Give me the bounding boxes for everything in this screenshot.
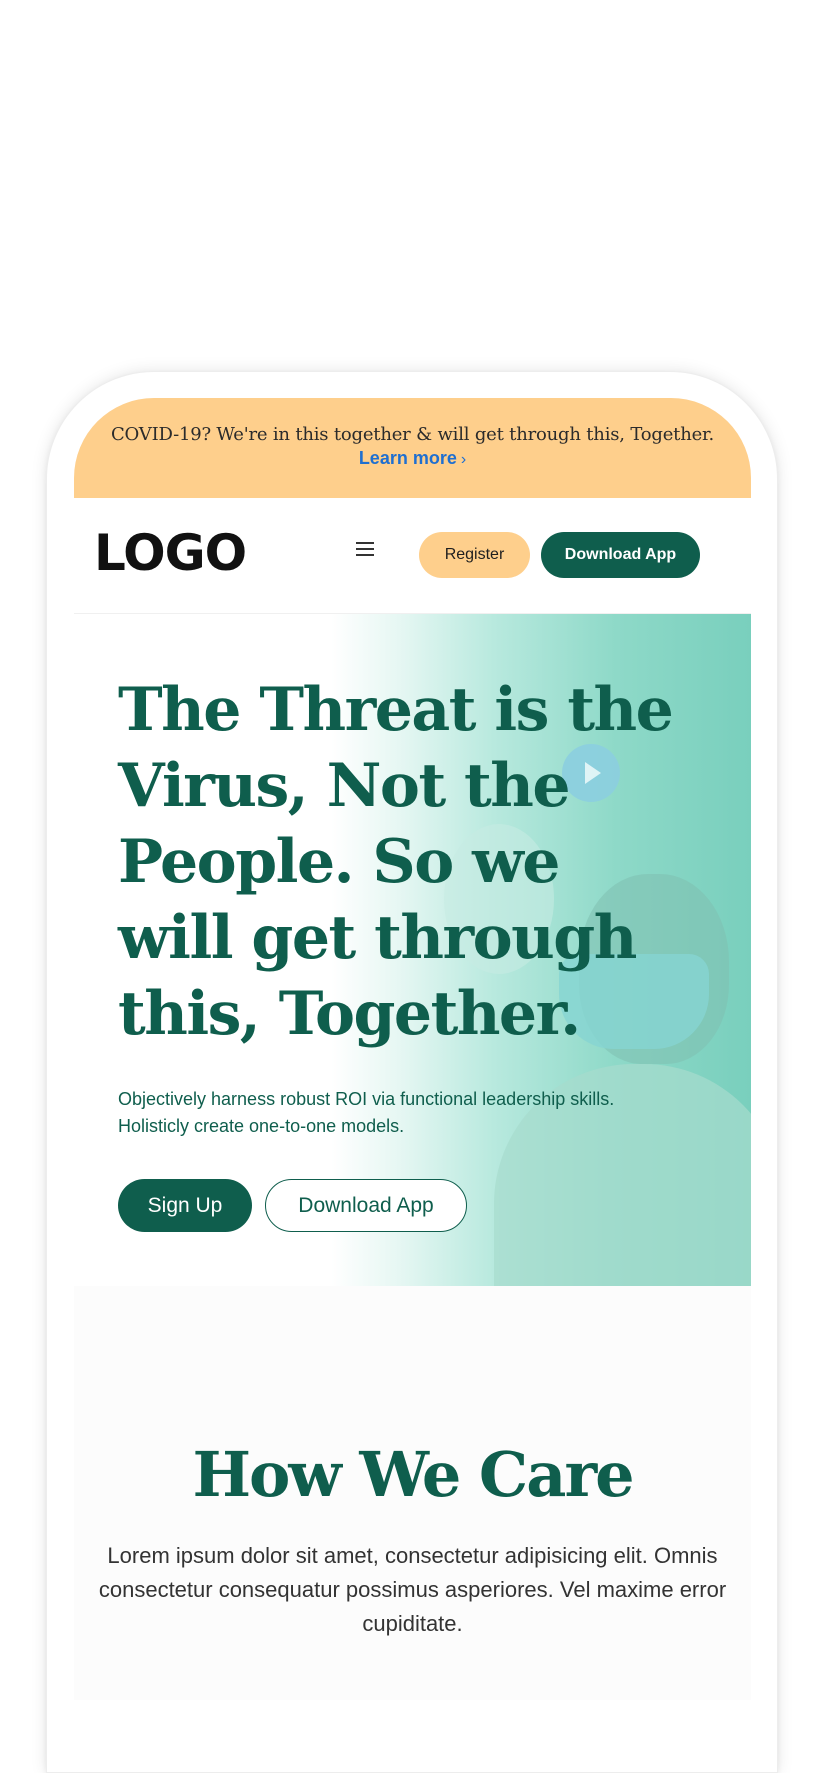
how-we-care-text: Lorem ipsum dolor sit amet, consectetur … bbox=[98, 1543, 727, 1636]
hero-title: The Threat is the Virus, Not the People.… bbox=[118, 675, 674, 1049]
menu-bar bbox=[356, 548, 374, 550]
register-button[interactable]: Register bbox=[419, 532, 530, 578]
phone-screen: COVID-19? We're in this together & will … bbox=[74, 398, 751, 1700]
covid-banner: COVID-19? We're in this together & will … bbox=[74, 398, 751, 498]
hamburger-menu-icon[interactable] bbox=[356, 542, 374, 557]
menu-bar bbox=[356, 554, 374, 556]
top-navigation: LOGO Register Download App bbox=[74, 498, 751, 614]
download-app-nav-button[interactable]: Download App bbox=[541, 532, 700, 578]
hero-section: The Threat is the Virus, Not the People.… bbox=[74, 614, 751, 1286]
banner-text: COVID-19? We're in this together & will … bbox=[110, 424, 714, 445]
learn-more-link[interactable]: Learn more › bbox=[74, 448, 751, 469]
download-app-hero-button[interactable]: Download App bbox=[265, 1179, 467, 1232]
hero-subtitle: Objectively harness robust ROI via funct… bbox=[118, 1089, 615, 1136]
chevron-right-icon: › bbox=[460, 451, 467, 468]
learn-more-label[interactable]: Learn more bbox=[359, 448, 457, 468]
menu-bar bbox=[356, 542, 374, 544]
sign-up-button[interactable]: Sign Up bbox=[118, 1179, 252, 1232]
logo[interactable]: LOGO bbox=[94, 524, 247, 582]
how-we-care-title: How We Care bbox=[192, 1438, 634, 1511]
